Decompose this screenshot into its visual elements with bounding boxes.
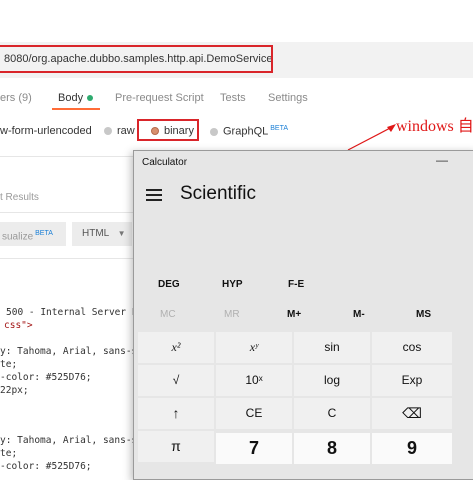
tab-tests[interactable]: Tests (220, 92, 246, 104)
pi-button[interactable]: π (138, 431, 214, 462)
minimize-button[interactable]: — (436, 153, 448, 167)
deg-button[interactable]: DEG (158, 279, 180, 290)
hamburger-menu-icon[interactable] (146, 189, 162, 201)
top-bar (0, 0, 473, 42)
code-line: 500 - Internal Server E (6, 307, 138, 318)
mc-button[interactable]: MC (160, 309, 176, 320)
format-select[interactable]: HTML ▼ (72, 222, 132, 246)
divider (0, 156, 140, 157)
code-line: te; (0, 448, 18, 459)
fe-button[interactable]: F-E (288, 279, 304, 290)
annotation-text: windows 自 (396, 118, 473, 135)
log-button[interactable]: log (294, 365, 370, 396)
ten-power-button[interactable]: 10ˣ (216, 365, 292, 396)
ms-button[interactable]: MS (416, 309, 431, 320)
code-line: css"> (4, 320, 33, 331)
tab-body-label: Body (58, 92, 84, 104)
divider (0, 258, 140, 259)
test-results-label[interactable]: t Results (0, 192, 39, 203)
mr-button[interactable]: MR (224, 309, 240, 320)
tab-prerequest[interactable]: Pre-request Script (115, 92, 204, 104)
digit-8-button[interactable]: 8 (294, 433, 370, 464)
backspace-button[interactable]: ⌫ (372, 398, 452, 429)
power-button[interactable]: xʸ (216, 332, 292, 363)
request-url-input[interactable]: 8080/org.apache.dubbo.samples.http.api.D… (0, 45, 273, 73)
active-tab-underline (52, 108, 100, 110)
code-line: -color: #525D76; (0, 461, 92, 472)
ce-button[interactable]: CE (216, 398, 292, 429)
format-label: HTML (82, 228, 109, 239)
option-raw[interactable]: raw (104, 125, 135, 137)
calculator-mode-title: Scientific (180, 183, 257, 204)
square-label: x² (171, 340, 181, 354)
cos-button[interactable]: cos (372, 332, 452, 363)
code-line: te; (0, 359, 18, 370)
hyp-button[interactable]: HYP (222, 279, 243, 290)
visualize-label: sualize (2, 231, 34, 243)
clear-button[interactable]: C (294, 398, 370, 429)
graphql-beta-badge: BETA (270, 125, 289, 132)
m-plus-button[interactable]: M+ (287, 309, 301, 320)
exp-button[interactable]: Exp (372, 365, 452, 396)
request-tabs: ers (9) Body Pre-request Script Tests Se… (0, 88, 473, 110)
visualize-beta-badge: BETA (35, 230, 53, 237)
option-graphql[interactable]: GraphQL BETA (210, 125, 288, 138)
chevron-down-icon: ▼ (117, 229, 126, 238)
calculator-window[interactable]: Calculator — Scientific DEG HYP F-E MC M… (133, 150, 473, 480)
tab-body[interactable]: Body (58, 92, 94, 104)
digit-9-button[interactable]: 9 (372, 433, 452, 464)
code-line: 22px; (0, 385, 29, 396)
code-line: -color: #525D76; (0, 372, 92, 383)
visualize-button[interactable]: sualize BETA (0, 222, 66, 246)
option-urlencoded-label: w-form-urlencoded (0, 125, 92, 137)
binary-highlight-box (137, 119, 199, 141)
option-graphql-label: GraphQL (223, 125, 269, 138)
sin-button[interactable]: sin (294, 332, 370, 363)
tab-headers[interactable]: ers (9) (0, 92, 32, 104)
body-indicator-dot (87, 95, 94, 102)
option-raw-label: raw (117, 125, 135, 137)
square-button[interactable]: x² (138, 332, 214, 363)
radio-graphql-icon (210, 127, 218, 136)
radio-raw-icon (104, 127, 112, 136)
code-line: y: Tahoma, Arial, sans-s (0, 346, 138, 357)
m-minus-button[interactable]: M- (353, 309, 365, 320)
shift-button[interactable]: ↑ (138, 398, 214, 429)
power-label: xʸ (249, 340, 259, 354)
tab-settings[interactable]: Settings (268, 92, 308, 104)
divider (0, 212, 140, 213)
window-title: Calculator (142, 157, 188, 168)
sqrt-button[interactable]: √ (138, 365, 214, 396)
code-line: y: Tahoma, Arial, sans-s (0, 435, 138, 446)
digit-7-button[interactable]: 7 (216, 433, 292, 464)
option-urlencoded[interactable]: w-form-urlencoded (0, 125, 92, 137)
